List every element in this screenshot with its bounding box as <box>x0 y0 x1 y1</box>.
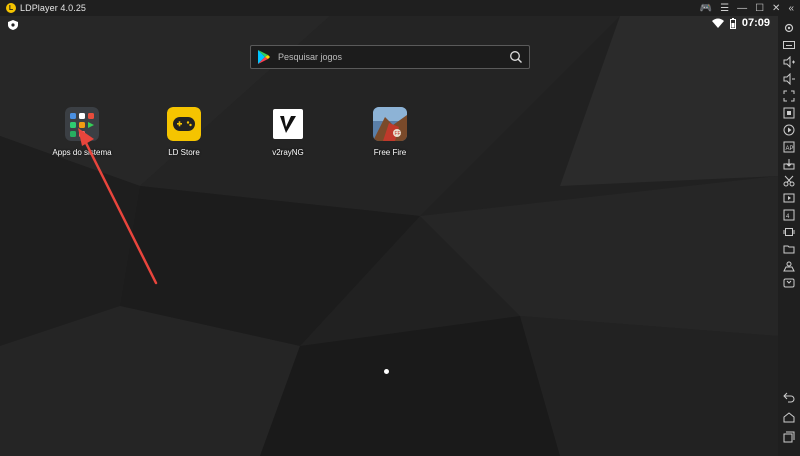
side-toolbar: AP 4 <box>778 16 800 456</box>
record-icon[interactable] <box>783 124 795 136</box>
location-icon[interactable] <box>783 260 795 272</box>
window-controls: 🎮 ☰ — ☐ ✕ « <box>700 0 794 16</box>
settings-gear-icon[interactable] <box>783 22 795 34</box>
minimize-button[interactable]: — <box>737 3 747 14</box>
home-icon[interactable] <box>783 411 795 423</box>
svg-text:AP: AP <box>786 146 794 152</box>
android-screen: 07:09 Pesquisar jogos Apps do sistema LD… <box>0 16 778 456</box>
sync-icon[interactable] <box>783 277 795 289</box>
video-icon[interactable] <box>783 192 795 204</box>
close-button[interactable]: ✕ <box>772 3 780 14</box>
back-icon[interactable] <box>783 391 795 403</box>
annotation-arrow-icon <box>78 128 158 285</box>
window-titlebar: L LDPlayer 4.0.25 🎮 ☰ — ☐ ✕ « <box>0 0 800 16</box>
keyboard-icon[interactable] <box>783 39 795 51</box>
shared-folder-icon[interactable] <box>783 158 795 170</box>
ldplayer-logo-icon: L <box>6 3 16 13</box>
volume-up-icon[interactable] <box>783 56 795 68</box>
svg-text:4: 4 <box>786 214 790 220</box>
scissors-icon[interactable] <box>783 175 795 187</box>
screenshot-icon[interactable] <box>783 107 795 119</box>
volume-down-icon[interactable] <box>783 73 795 85</box>
maximize-button[interactable]: ☐ <box>755 3 764 14</box>
folder-icon[interactable] <box>783 243 795 255</box>
page-indicator <box>384 369 389 374</box>
fullscreen-icon[interactable] <box>783 90 795 102</box>
gamepad-icon[interactable]: 🎮 <box>700 3 712 14</box>
multi-instance-icon[interactable]: 4 <box>783 209 795 221</box>
window-title: LDPlayer 4.0.25 <box>20 3 87 13</box>
menu-icon[interactable]: ☰ <box>720 3 729 14</box>
collapse-sidebar-button[interactable]: « <box>788 3 794 14</box>
recent-apps-icon[interactable] <box>783 431 795 443</box>
cpu-icon[interactable] <box>783 226 795 238</box>
apk-install-icon[interactable]: AP <box>783 141 795 153</box>
